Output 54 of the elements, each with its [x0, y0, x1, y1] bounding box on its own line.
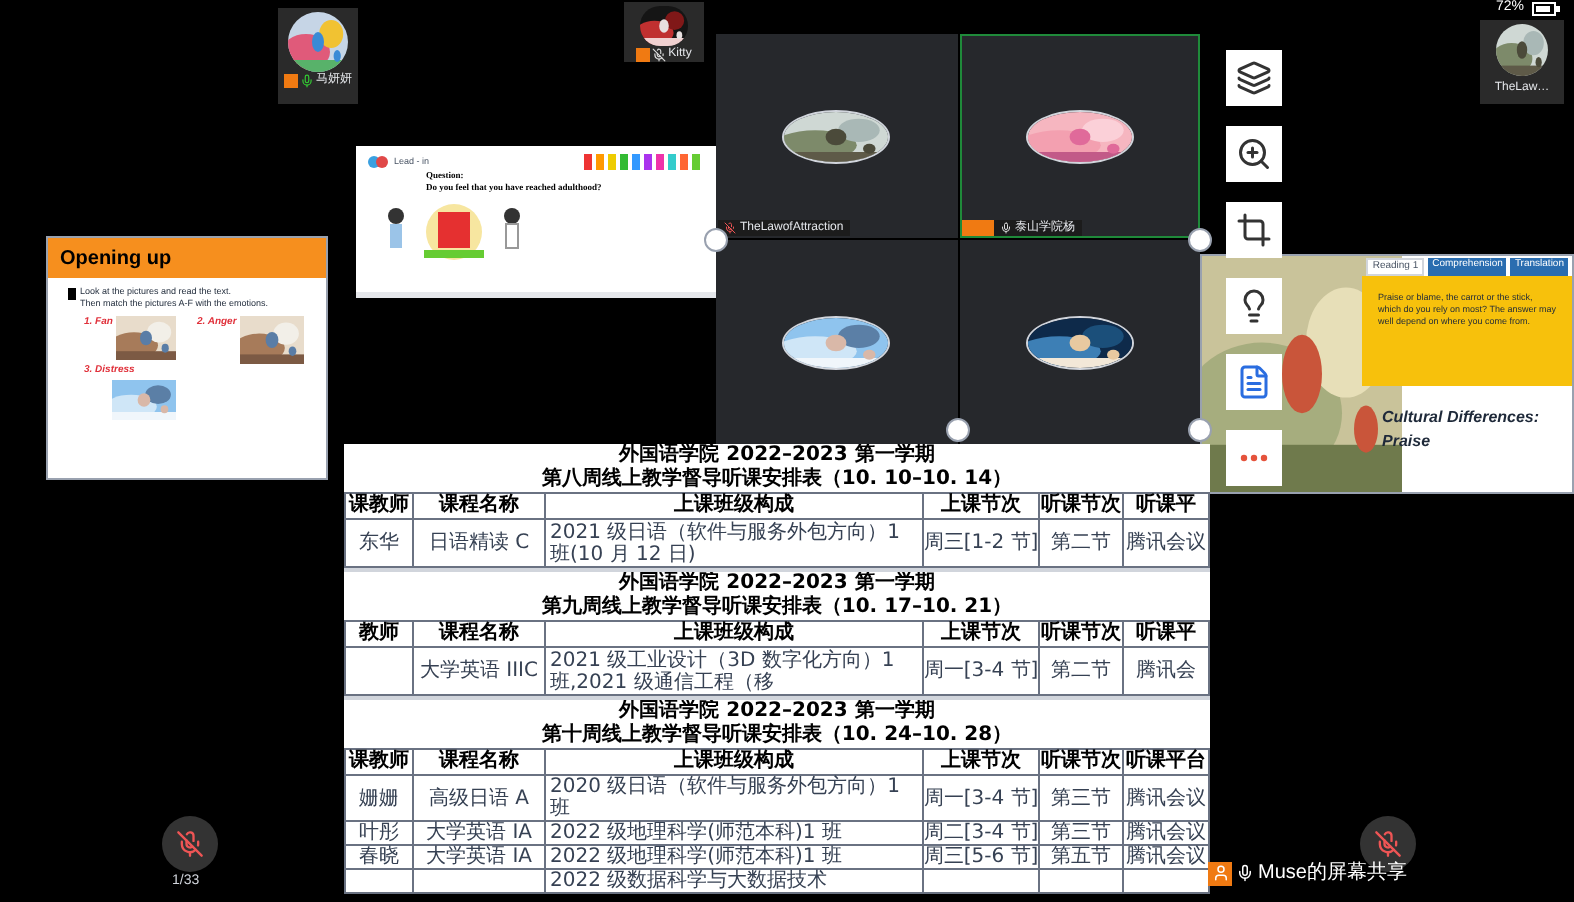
table-cell: 2020 级日语（软件与服务外包方向）1 班 — [546, 776, 924, 822]
table-header: 听课节次 — [1040, 750, 1124, 776]
document-title: 第九周线上教学督导听课安排表（10. 17–10. 21） — [541, 596, 1013, 620]
table-header: 课教师 — [346, 494, 414, 520]
table-cell: 周三[5-6 节] — [924, 846, 1040, 870]
table-cell: 周一[3-4 节] — [924, 776, 1040, 822]
table-cell: 东华 — [346, 520, 414, 568]
table-cell: 2022 级地理科学(师范本科)1 班 — [546, 846, 924, 870]
table-cell: 腾讯会议 — [1124, 776, 1210, 822]
table-cell: 周一[3-4 节] — [924, 648, 1040, 696]
table-header: 课程名称 — [414, 750, 546, 776]
slide-heading: Praise — [1380, 430, 1433, 454]
screen-share-label: Muse的屏幕共享 — [1258, 859, 1407, 888]
table-header: 听课节次 — [1040, 494, 1124, 520]
table-cell: 2021 级工业设计（3D 数字化方向）1 班,2021 级通信工程（移 — [546, 648, 924, 696]
table-cell: 第三节 — [1040, 822, 1124, 846]
table-header: 听课平台 — [1124, 750, 1210, 776]
table-cell: 2022 级数据科学与大数据技术 — [546, 870, 924, 894]
table-header: 上课节次 — [924, 750, 1040, 776]
table-cell: 大学英语 IA — [414, 822, 546, 846]
table-cell: 腾讯会议 — [1124, 822, 1210, 846]
table-cell: 腾讯会 — [1124, 648, 1210, 696]
table-cell: 大学英语 IA — [414, 846, 546, 870]
table-cell: 第二节 — [1040, 648, 1124, 696]
document-title: 第八周线上教学督导听课安排表（10. 10–10. 14） — [541, 468, 1013, 492]
table-header: 课教师 — [346, 750, 414, 776]
table-cell: 高级日语 A — [414, 776, 546, 822]
table-cell: 大学英语 IIIC — [414, 648, 546, 696]
table-cell: 周二[3-4 节] — [924, 822, 1040, 846]
table-cell: 日语精读 C — [414, 520, 546, 568]
table-cell: 叶彤 — [346, 822, 414, 846]
table-cell: 春晓 — [346, 846, 414, 870]
table-cell: 周三[1-2 节] — [924, 520, 1040, 568]
table-header: 听课平 — [1124, 494, 1210, 520]
table-header: 教师 — [346, 622, 414, 648]
table-header: 课程名称 — [414, 622, 546, 648]
slide-title: Opening up — [48, 238, 326, 278]
table-header: 上课班级构成 — [546, 622, 924, 648]
table-header: 听课节次 — [1040, 622, 1124, 648]
table-header: 上课班级构成 — [546, 750, 924, 776]
table-cell: 第二节 — [1040, 520, 1124, 568]
document-title: 第十周线上教学督导听课安排表（10. 24–10. 28） — [541, 724, 1013, 748]
table-cell: 腾讯会议 — [1124, 520, 1210, 568]
table-cell: 第三节 — [1040, 776, 1124, 822]
table-header: 上课节次 — [924, 622, 1040, 648]
table-cell: 姗姗 — [346, 776, 414, 822]
slide-heading: Cultural Differences: — [1380, 406, 1542, 430]
table-cell: 2021 级日语（软件与服务外包方向）1 班(10 月 12 日) — [546, 520, 924, 568]
table-cell: 2022 级地理科学(师范本科)1 班 — [546, 822, 924, 846]
table-header: 上课节次 — [924, 494, 1040, 520]
table-cell: 第五节 — [1040, 846, 1124, 870]
table-header: 课程名称 — [414, 494, 546, 520]
table-header: 上课班级构成 — [546, 494, 924, 520]
table-header: 听课平 — [1124, 622, 1210, 648]
